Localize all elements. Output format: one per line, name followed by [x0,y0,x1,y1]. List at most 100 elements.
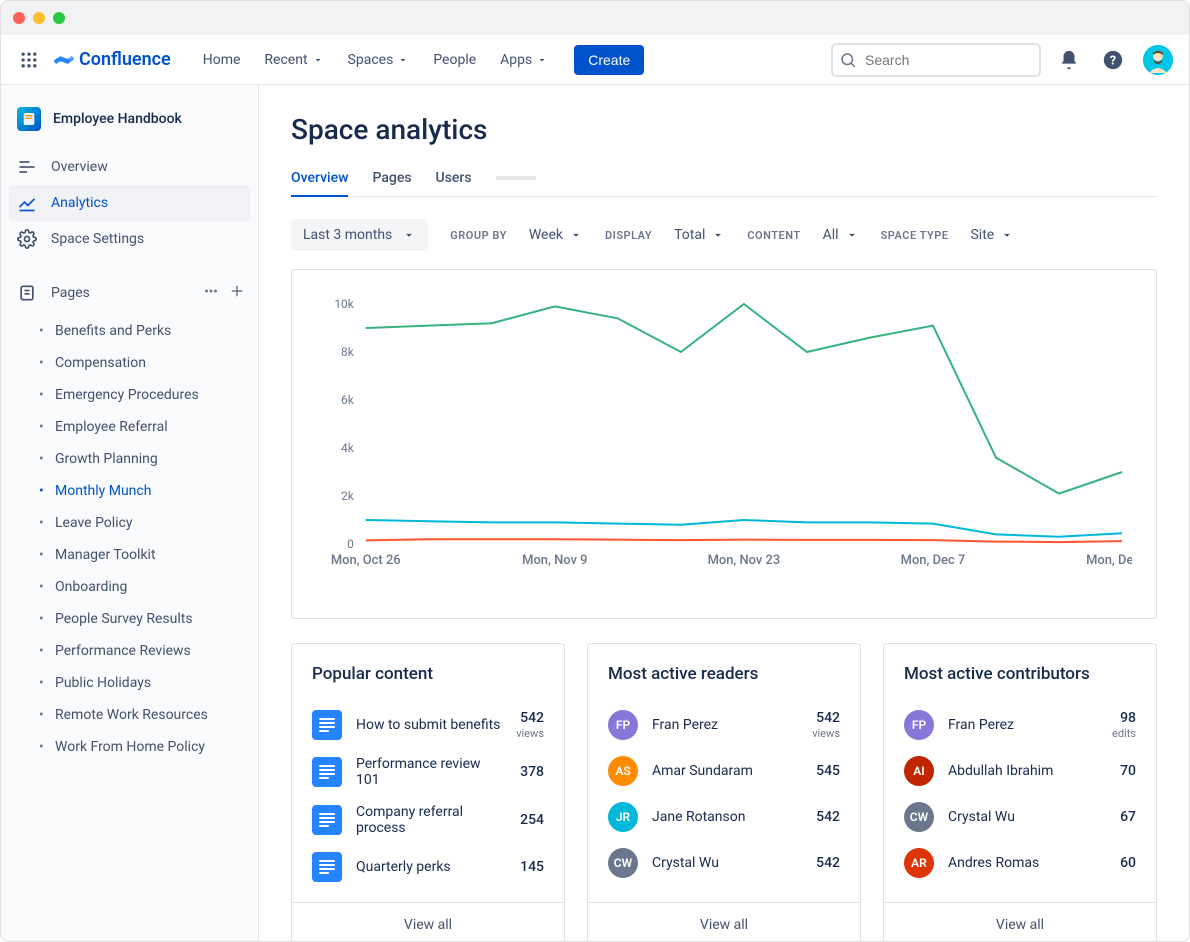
nav-spaces[interactable]: Spaces [340,46,418,74]
profile-avatar[interactable] [1143,45,1173,75]
row-label: Fran Perez [948,717,1098,733]
group-by-filter[interactable]: Week [529,227,583,243]
document-icon [312,710,342,740]
person-avatar: FP [608,710,638,740]
person-row[interactable]: JRJane Rotanson542 [608,794,840,840]
popular-content-row[interactable]: Performance review 101378 [312,748,544,796]
popular-content-card: Popular content How to submit benefits54… [291,643,565,941]
row-value: 67 [1120,809,1136,826]
row-label: Quarterly perks [356,859,506,875]
row-label: Crystal Wu [652,855,802,871]
card-title: Most active contributors [904,664,1136,684]
svg-text:6k: 6k [341,393,355,407]
svg-text:8k: 8k [341,345,355,359]
svg-text:4k: 4k [341,441,355,455]
date-range-filter[interactable]: Last 3 months [291,219,428,251]
person-row[interactable]: AIAbdullah Ibrahim70 [904,748,1136,794]
sidebar-page-item[interactable]: Emergency Procedures [37,379,250,411]
app-switcher-icon[interactable] [17,48,41,72]
row-value: 70 [1120,763,1136,780]
tab-loading-indicator [496,176,536,180]
nav-apps[interactable]: Apps [492,46,556,74]
create-button[interactable]: Create [574,45,644,75]
person-row[interactable]: CWCrystal Wu542 [608,840,840,886]
row-label: Amar Sundaram [652,763,802,779]
window-minimize-button[interactable] [33,12,45,24]
chevron-down-icon [402,228,416,242]
svg-text:Mon, Dec 21: Mon, Dec 21 [1086,553,1132,568]
sidebar-page-item[interactable]: Growth Planning [37,443,250,475]
sidebar-page-item[interactable]: Monthly Munch [37,475,250,507]
row-label: Crystal Wu [948,809,1106,825]
content-filter[interactable]: All [823,227,859,243]
sidebar-item-overview[interactable]: Overview [9,149,250,185]
global-nav: Confluence Home Recent Spaces People App… [1,35,1189,85]
person-row[interactable]: ASAmar Sundaram545 [608,748,840,794]
view-all-readers[interactable]: View all [588,902,860,941]
person-avatar: AR [904,848,934,878]
sidebar-page-item[interactable]: Compensation [37,347,250,379]
sidebar-page-item[interactable]: Manager Toolkit [37,539,250,571]
tab-users[interactable]: Users [436,164,472,196]
tab-overview[interactable]: Overview [291,164,348,196]
more-icon[interactable] [202,282,220,304]
nav-recent[interactable]: Recent [256,46,331,74]
tabs: Overview Pages Users [291,164,1157,197]
svg-text:2k: 2k [341,489,355,503]
person-row[interactable]: CWCrystal Wu67 [904,794,1136,840]
view-all-popular[interactable]: View all [292,902,564,941]
add-page-icon[interactable] [228,282,246,304]
search-icon [839,51,857,73]
person-row[interactable]: FPFran Perez98edits [904,702,1136,748]
nav-home[interactable]: Home [195,46,249,74]
space-type-filter[interactable]: Site [970,227,1014,243]
confluence-logo[interactable]: Confluence [53,49,171,71]
sidebar-page-item[interactable]: Public Holidays [37,667,250,699]
view-all-contributors[interactable]: View all [884,902,1156,941]
popular-content-row[interactable]: Company referral process254 [312,796,544,844]
chevron-down-icon [397,54,409,66]
sidebar-page-item[interactable]: Work From Home Policy [37,731,250,763]
sidebar-page-item[interactable]: People Survey Results [37,603,250,635]
main-content: Space analytics Overview Pages Users Las… [259,85,1189,941]
card-title: Popular content [312,664,544,684]
sidebar-page-item[interactable]: Employee Referral [37,411,250,443]
row-label: Abdullah Ibrahim [948,763,1106,779]
popular-content-row[interactable]: How to submit benefits542views [312,702,544,748]
space-type-label: SPACE TYPE [881,229,949,242]
person-avatar: AS [608,756,638,786]
svg-text:Mon, Nov 23: Mon, Nov 23 [708,553,781,568]
sidebar-pages-header[interactable]: Pages [9,275,250,311]
window-close-button[interactable] [13,12,25,24]
chevron-down-icon [536,54,548,66]
notifications-icon[interactable] [1053,44,1085,76]
person-row[interactable]: FPFran Perez542views [608,702,840,748]
help-icon[interactable]: ? [1097,44,1129,76]
sidebar-page-item[interactable]: Remote Work Resources [37,699,250,731]
row-value: 60 [1120,855,1136,872]
sidebar-item-space-settings[interactable]: Space Settings [9,221,250,257]
sidebar-page-item[interactable]: Performance Reviews [37,635,250,667]
svg-text:?: ? [1110,53,1116,68]
pages-icon [17,283,37,303]
row-label: Performance review 101 [356,756,506,788]
popular-content-row[interactable]: Quarterly perks 145 [312,844,544,890]
window-maximize-button[interactable] [53,12,65,24]
space-header[interactable]: Employee Handbook [9,103,250,149]
sidebar-item-analytics[interactable]: Analytics [9,185,250,221]
window-titlebar [1,1,1189,35]
chevron-down-icon [845,228,859,242]
filter-bar: Last 3 months GROUP BY Week DISPLAY Tota… [291,219,1157,251]
person-avatar: CW [608,848,638,878]
svg-text:Mon, Dec 7: Mon, Dec 7 [901,553,966,568]
row-label: Fran Perez [652,717,798,733]
search-input[interactable] [831,43,1041,77]
person-row[interactable]: ARAndres Romas60 [904,840,1136,886]
sidebar-page-item[interactable]: Onboarding [37,571,250,603]
row-value: 145 [520,859,544,876]
display-filter[interactable]: Total [674,227,725,243]
sidebar-page-item[interactable]: Benefits and Perks [37,315,250,347]
tab-pages[interactable]: Pages [372,164,411,196]
sidebar-page-item[interactable]: Leave Policy [37,507,250,539]
nav-people[interactable]: People [425,46,484,74]
